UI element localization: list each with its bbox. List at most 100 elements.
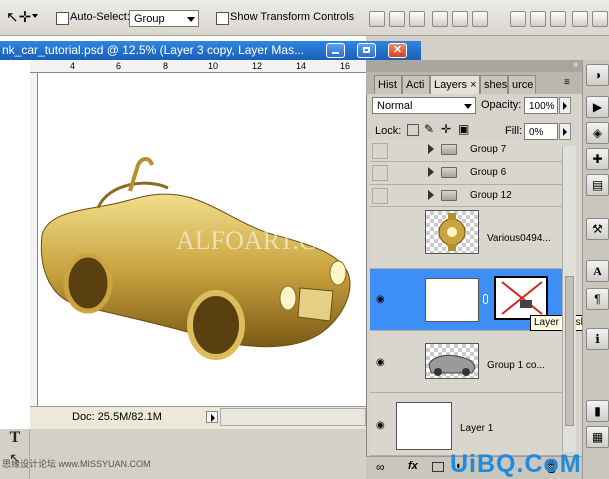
- car-thumbnail-image: [428, 354, 476, 376]
- ruler-tick: 10: [208, 61, 219, 71]
- panel-menu-icon[interactable]: ≡: [564, 77, 576, 89]
- link-layers-icon[interactable]: ∞: [376, 460, 385, 474]
- maximize-button[interactable]: [357, 43, 376, 58]
- add-mask-icon[interactable]: [432, 462, 444, 472]
- lock-position-icon[interactable]: ✛: [441, 122, 451, 136]
- move-tool-icon[interactable]: ↖✛: [6, 8, 31, 28]
- eye-icon[interactable]: ◉: [376, 357, 385, 368]
- tools-presets-icon[interactable]: ⚒: [586, 218, 609, 240]
- visibility-toggle[interactable]: [372, 165, 388, 181]
- auto-select-dropdown[interactable]: Group: [129, 10, 199, 27]
- histogram-icon[interactable]: ▮: [586, 400, 609, 422]
- blend-mode-dropdown[interactable]: Normal: [372, 97, 476, 114]
- canvas[interactable]: ALFOART.COM: [38, 73, 366, 406]
- folder-icon: [441, 144, 457, 155]
- layer-thumbnail[interactable]: [425, 343, 479, 379]
- paragraph-icon[interactable]: ¶: [586, 288, 609, 310]
- auto-select-checkbox[interactable]: [56, 12, 69, 25]
- color-icon[interactable]: ▦: [586, 426, 609, 448]
- document-title: nk_car_tutorial.psd @ 12.5% (Layer 3 cop…: [2, 43, 305, 57]
- visibility-toggle[interactable]: [372, 143, 388, 159]
- ruler-tick: 8: [163, 61, 169, 71]
- ruler-tick: 16: [340, 61, 351, 71]
- brushes-icon[interactable]: ✚: [586, 148, 609, 170]
- watermark-text: ALFOART.COM: [176, 226, 358, 255]
- collapse-arrows-icon[interactable]: »: [573, 59, 578, 69]
- expand-triangle-icon[interactable]: [428, 144, 434, 154]
- eye-icon[interactable]: ◉: [376, 294, 385, 305]
- layer-name: Layer 1: [460, 423, 494, 434]
- close-icon[interactable]: ×: [470, 79, 476, 91]
- clone-source-icon[interactable]: ▤: [586, 174, 609, 196]
- blend-mode-value: Normal: [377, 100, 413, 112]
- layer-mask-thumbnail[interactable]: [494, 276, 548, 320]
- align-top-icon[interactable]: [369, 11, 385, 27]
- align-vcenter-icon[interactable]: [389, 11, 405, 27]
- layer-row-group-6[interactable]: [370, 162, 562, 185]
- layer-name: Group 1 co...: [487, 360, 545, 371]
- character-icon[interactable]: A: [586, 260, 609, 282]
- chevron-down-icon: [464, 104, 472, 109]
- lock-all-icon[interactable]: ▣: [458, 122, 469, 136]
- layer-thumbnail[interactable]: [425, 210, 479, 254]
- status-menu-arrow-icon[interactable]: [206, 411, 218, 423]
- site-logo-text: UiBQ.CoM: [450, 450, 582, 478]
- link-chain-icon[interactable]: [483, 294, 488, 304]
- fill-slider-arrow-icon[interactable]: [559, 123, 571, 140]
- document-title-bar[interactable]: nk_car_tutorial.psd @ 12.5% (Layer 3 cop…: [0, 41, 421, 60]
- panel-scrollbar[interactable]: [562, 146, 576, 452]
- distribute-left-icon[interactable]: [572, 11, 588, 27]
- layers-stack-icon[interactable]: ◈: [586, 122, 609, 144]
- layer-name: Various0494...: [487, 233, 551, 244]
- align-right-icon[interactable]: [472, 11, 488, 27]
- fill-field[interactable]: 0%: [524, 123, 558, 140]
- tool-preset-chevron-icon[interactable]: [32, 14, 38, 18]
- lock-image-icon[interactable]: ✎: [424, 122, 434, 136]
- layer-row-group-12[interactable]: [370, 185, 562, 207]
- show-transform-label: Show Transform Controls: [230, 11, 355, 23]
- doc-size-status: Doc: 25.5M/82.1M: [72, 411, 162, 423]
- tab-actions[interactable]: Acti: [402, 75, 430, 94]
- folder-icon: [441, 167, 457, 178]
- fill-value: 0%: [529, 127, 544, 138]
- align-hcenter-icon[interactable]: [452, 11, 468, 27]
- car-image: ALFOART.COM: [40, 157, 358, 360]
- options-bar: ↖✛ Auto-Select: Group Show Transform Con…: [0, 0, 609, 36]
- ruler-tick: 14: [296, 61, 307, 71]
- opacity-field[interactable]: 100%: [524, 97, 558, 114]
- panel-header-strip: »: [366, 59, 582, 72]
- layer-row-group-7[interactable]: [370, 140, 562, 162]
- tab-layers[interactable]: Layers ×: [430, 75, 480, 94]
- type-tool-icon[interactable]: T: [4, 428, 26, 448]
- ruler-tick: 4: [70, 61, 76, 71]
- play-action-icon[interactable]: ▶: [586, 96, 609, 118]
- layer-style-icon[interactable]: fx: [408, 460, 418, 472]
- visibility-toggle[interactable]: [372, 188, 388, 204]
- tab-brushes[interactable]: shes: [480, 75, 508, 94]
- distribute-bottom-icon[interactable]: [550, 11, 566, 27]
- opacity-slider-arrow-icon[interactable]: [559, 97, 571, 114]
- lock-transparent-icon[interactable]: [407, 124, 419, 136]
- info-icon[interactable]: ℹ: [586, 328, 609, 350]
- distribute-vcenter-icon[interactable]: [530, 11, 546, 27]
- layer-thumbnail[interactable]: [396, 402, 452, 450]
- align-left-icon[interactable]: [432, 11, 448, 27]
- horizontal-scrollbar[interactable]: [220, 408, 366, 426]
- show-transform-checkbox[interactable]: [216, 12, 229, 25]
- lock-label: Lock:: [375, 125, 402, 137]
- tab-history[interactable]: Hist: [374, 75, 402, 94]
- eye-icon[interactable]: ◉: [376, 420, 385, 431]
- layer-thumbnail[interactable]: [425, 278, 479, 322]
- scrollbar-thumb[interactable]: [565, 276, 574, 426]
- expand-triangle-icon[interactable]: [428, 167, 434, 177]
- expand-triangle-icon[interactable]: [428, 190, 434, 200]
- align-bottom-icon[interactable]: [409, 11, 425, 27]
- minimize-button[interactable]: [326, 43, 345, 58]
- navigator-icon[interactable]: ◑: [586, 64, 609, 86]
- distribute-right-icon[interactable]: [592, 11, 608, 27]
- tab-layers-label: Layers: [434, 79, 468, 91]
- close-button[interactable]: ✕: [388, 43, 407, 58]
- tab-source[interactable]: urce: [508, 75, 536, 94]
- horizontal-ruler: 4 6 8 10 12 14 16: [30, 61, 366, 73]
- distribute-top-icon[interactable]: [510, 11, 526, 27]
